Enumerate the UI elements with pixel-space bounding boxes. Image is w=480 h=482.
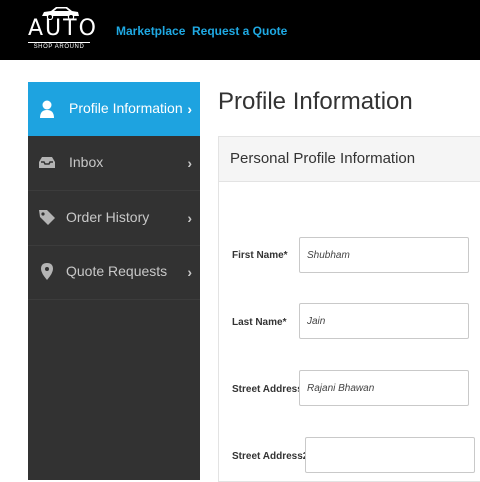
street-address-label: Street Address* [232, 384, 307, 395]
profile-form-panel: Personal Profile Information First Name*… [218, 136, 480, 482]
panel-title: Personal Profile Information [230, 150, 416, 167]
sidebar-item-label: Profile Information [69, 100, 183, 116]
last-name-field[interactable] [299, 303, 469, 339]
sidebar-item-profile-information[interactable]: Profile Information › [28, 82, 200, 136]
last-name-label: Last Name* [232, 317, 287, 328]
page-title: Profile Information [218, 88, 413, 115]
street-address2-field[interactable] [305, 437, 475, 473]
street-address2-label: Street Address2 [232, 451, 309, 462]
user-icon [40, 100, 54, 118]
chevron-right-icon: › [187, 264, 192, 280]
first-name-field[interactable] [299, 237, 469, 273]
sidebar-item-label: Inbox [69, 154, 104, 170]
nav-link-request-quote[interactable]: Request a Quote [192, 24, 287, 38]
sidebar-item-label: Quote Requests [66, 263, 168, 279]
top-navbar: AUTO SHOP AROUND Marketplace Request a Q… [0, 0, 480, 60]
chevron-right-icon: › [187, 101, 192, 117]
brand-logo[interactable]: AUTO SHOP AROUND [28, 4, 98, 56]
chevron-right-icon: › [187, 210, 192, 226]
panel-header: Personal Profile Information [219, 137, 480, 182]
inbox-icon [39, 157, 55, 168]
sidebar-item-quote-requests[interactable]: Quote Requests › [28, 245, 200, 300]
logo-word: AUTO [28, 16, 98, 41]
sidebar: Profile Information › Inbox › Order Hist… [28, 82, 200, 480]
street-address-field[interactable] [299, 370, 469, 406]
tag-icon [39, 210, 55, 225]
first-name-label: First Name* [232, 250, 288, 261]
sidebar-item-order-history[interactable]: Order History › [28, 191, 200, 246]
sidebar-item-label: Order History [66, 209, 150, 225]
logo-tagline: SHOP AROUND [28, 42, 90, 50]
map-pin-icon [41, 263, 53, 280]
sidebar-item-inbox[interactable]: Inbox › [28, 136, 200, 191]
nav-link-marketplace[interactable]: Marketplace [116, 24, 185, 38]
chevron-right-icon: › [187, 155, 192, 171]
